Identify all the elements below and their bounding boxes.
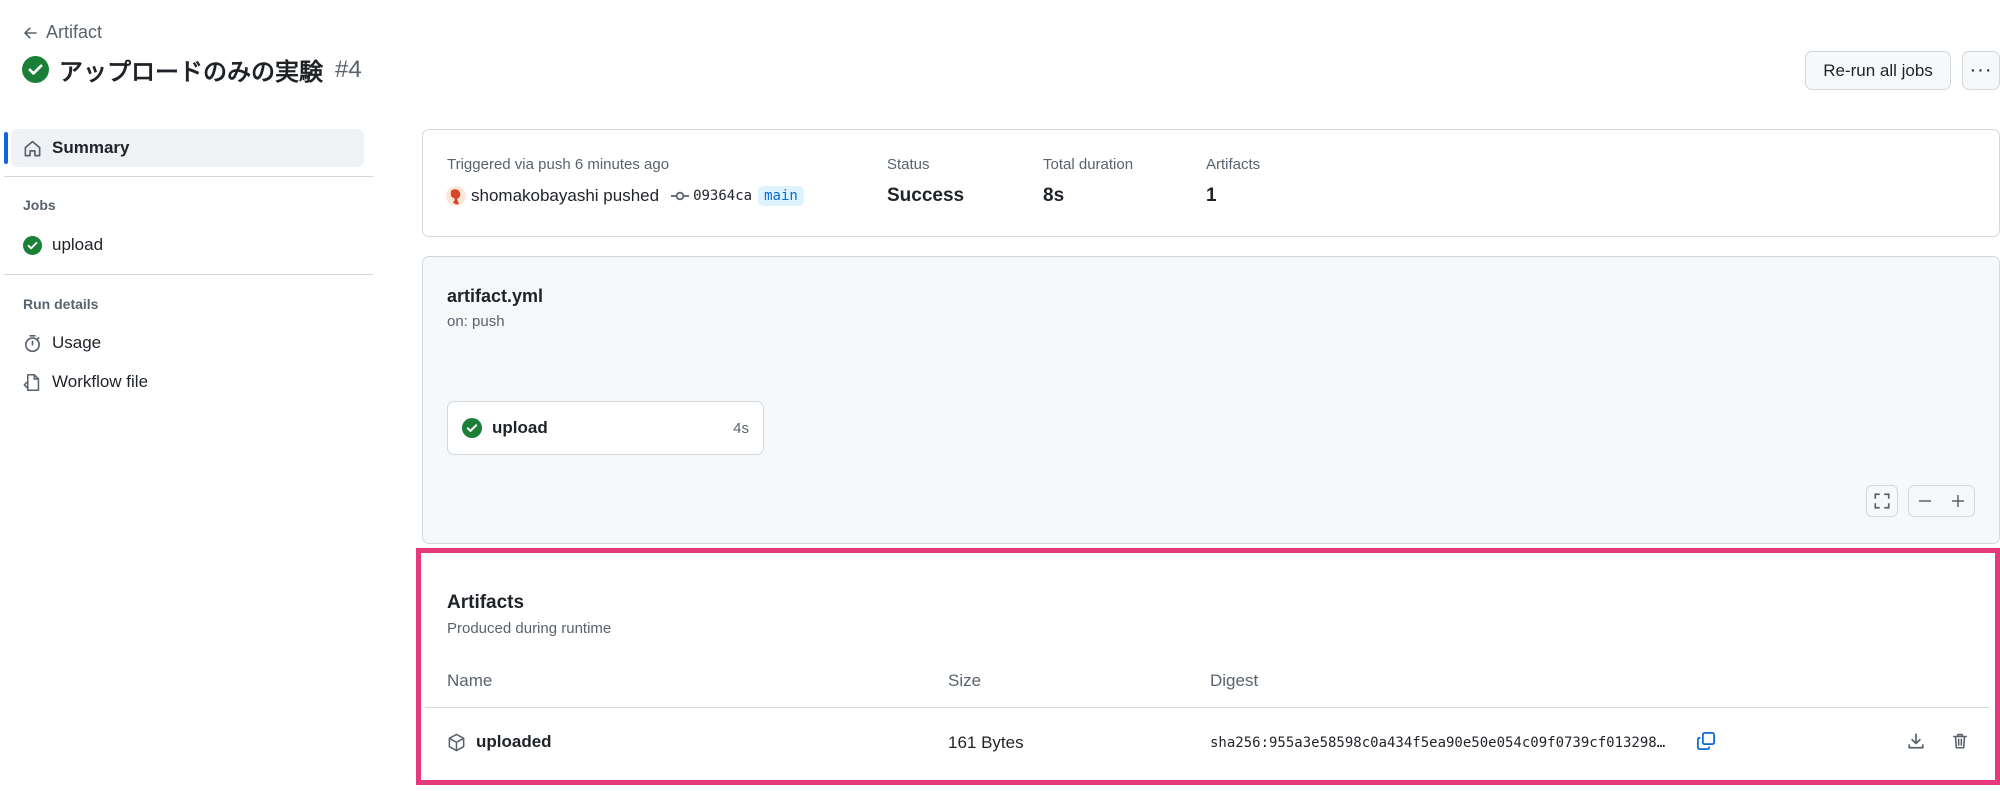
back-link-label: Artifact [46, 22, 103, 42]
artifact-digest: sha256:955a3e58598c0a434f5ea90e50e054c09… [1210, 735, 1666, 751]
artifacts-count-value[interactable]: 1 [1206, 185, 1217, 207]
fullscreen-icon [1874, 493, 1890, 509]
sidebar-item-workflow-file[interactable]: Workflow file [23, 372, 148, 392]
sidebar-item-usage[interactable]: Usage [23, 333, 101, 353]
trigger-text: Triggered via push 6 minutes ago [447, 156, 670, 173]
back-link[interactable]: Artifact [22, 22, 102, 43]
run-number: #4 [335, 55, 362, 83]
run-details-heading: Run details [23, 296, 99, 312]
more-options-button[interactable]: ··· [1962, 51, 2000, 90]
home-icon [24, 140, 41, 156]
package-icon [448, 733, 465, 751]
job-name: upload [492, 418, 548, 437]
sidebar-item-upload[interactable]: upload [23, 235, 103, 255]
job-node-upload[interactable]: upload 4s [447, 401, 764, 455]
sidebar-divider [4, 274, 373, 275]
commit-sha-link[interactable]: 09364ca [693, 188, 752, 204]
copy-icon [1697, 732, 1715, 750]
success-check-icon [23, 235, 42, 255]
artifact-name-link[interactable]: uploaded [476, 732, 552, 752]
run-summary-card [422, 129, 2000, 237]
minus-icon [1919, 500, 1932, 502]
active-indicator [4, 132, 8, 164]
trash-icon [1953, 733, 1967, 749]
push-info: shomakobayashi pushed 09364ca main [446, 186, 804, 206]
status-label: Status [887, 156, 930, 173]
duration-label: Total duration [1043, 156, 1134, 173]
download-artifact-button[interactable] [1904, 729, 1928, 753]
table-row-divider [425, 707, 1989, 708]
sidebar-item-label: upload [52, 235, 104, 254]
actor-text[interactable]: shomakobayashi pushed [471, 186, 659, 206]
stopwatch-icon [25, 334, 40, 352]
column-header-digest: Digest [1210, 671, 1259, 690]
status-value: Success [887, 185, 965, 206]
arrow-left-icon [24, 26, 37, 39]
duration-value: 8s [1043, 185, 1065, 206]
zoom-controls [1908, 485, 1975, 517]
branch-badge[interactable]: main [758, 186, 804, 206]
plus-icon [1951, 495, 1964, 507]
delete-artifact-button[interactable] [1948, 729, 1972, 753]
workflow-run-title: アップロードのみの実験 [59, 59, 323, 86]
sidebar-item-summary[interactable]: Summary [4, 129, 364, 167]
artifact-size: 161 Bytes [948, 733, 1024, 752]
download-icon [1908, 733, 1924, 749]
column-header-size: Size [948, 671, 982, 690]
success-check-icon [22, 56, 49, 83]
artifacts-count-label: Artifacts [1206, 156, 1261, 173]
git-commit-icon [671, 191, 690, 201]
file-code-icon [23, 373, 40, 391]
column-header-name: Name [447, 671, 493, 690]
zoom-in-button[interactable] [1942, 486, 1975, 516]
page-title: アップロードのみの実験 #4 [22, 52, 362, 87]
avatar[interactable] [446, 186, 466, 206]
copy-digest-button[interactable] [1694, 729, 1718, 753]
workflow-graph [422, 256, 2000, 544]
sidebar-item-label: Summary [52, 138, 130, 157]
rerun-all-jobs-button[interactable]: Re-run all jobs [1805, 51, 1951, 90]
success-check-icon [462, 418, 482, 438]
workflow-trigger: on: push [447, 313, 505, 330]
table-row: uploaded [447, 732, 552, 752]
sidebar-item-label: Usage [52, 333, 102, 352]
artifacts-title: Artifacts [447, 592, 525, 613]
sidebar-item-label: Workflow file [52, 372, 149, 391]
sidebar-divider [4, 176, 373, 177]
jobs-heading: Jobs [23, 197, 56, 213]
artifacts-subtitle: Produced during runtime [447, 620, 612, 637]
workflow-file-name: artifact.yml [447, 286, 544, 306]
fullscreen-button[interactable] [1866, 485, 1898, 517]
zoom-out-button[interactable] [1909, 486, 1942, 516]
highlight-box [416, 548, 2000, 785]
job-duration: 4s [733, 419, 749, 437]
